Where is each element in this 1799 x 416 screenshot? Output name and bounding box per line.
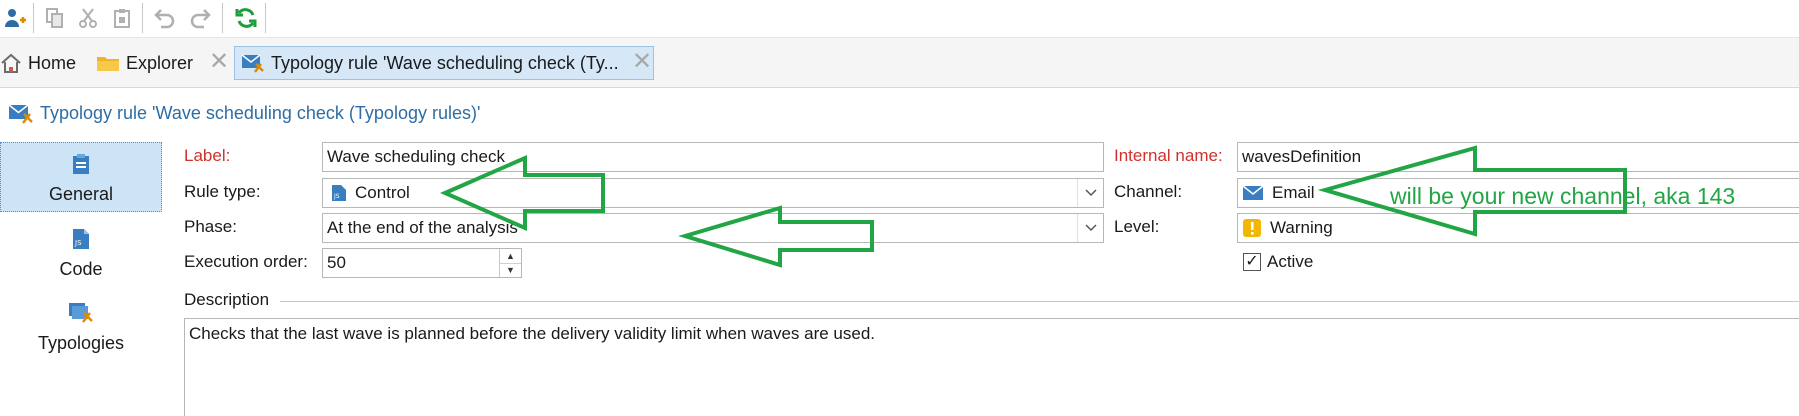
spin-buttons[interactable]: ▲ ▼ — [499, 249, 521, 277]
active-checkbox[interactable]: ✓ — [1243, 253, 1261, 271]
typology-rule-icon — [241, 52, 265, 74]
level-select[interactable]: Warning — [1237, 213, 1799, 243]
rule-type-label: Rule type: — [184, 182, 261, 201]
execution-order-label: Execution order: — [184, 252, 308, 271]
internal-name-input[interactable]: wavesDefinition — [1237, 142, 1799, 172]
cut-icon[interactable] — [73, 3, 103, 33]
tab-home[interactable]: Home — [0, 46, 76, 80]
phase-label: Phase: — [184, 217, 237, 236]
tab-label: Explorer — [126, 52, 194, 73]
close-tab-explorer-icon[interactable]: ✕ — [209, 48, 229, 76]
js-file-icon: JS — [331, 184, 347, 202]
typology-rule-icon — [8, 101, 34, 125]
nav-item-general[interactable]: General — [0, 142, 162, 212]
clipboard-icon — [71, 153, 91, 180]
warning-icon — [1242, 218, 1262, 238]
execution-order-value: 50 — [327, 253, 346, 272]
js-file-icon: JS — [71, 228, 91, 255]
page-title-text: Typology rule 'Wave scheduling check (Ty… — [40, 102, 481, 123]
channel-value: Email — [1272, 183, 1315, 202]
left-nav: General JS Code Typologies — [0, 140, 162, 416]
divider — [280, 301, 1799, 302]
internal-name-value: wavesDefinition — [1242, 147, 1362, 166]
nav-item-label: Typologies — [37, 333, 125, 353]
toolbar-separator — [142, 3, 143, 33]
tab-typology-rule[interactable]: Typology rule 'Wave scheduling check (Ty… — [234, 46, 654, 80]
toolbar — [0, 0, 1799, 38]
refresh-icon[interactable] — [231, 3, 261, 33]
copy-icon[interactable] — [40, 3, 70, 33]
spin-down-icon[interactable]: ▼ — [500, 264, 521, 278]
annotation-text: will be your new channel, aka 143 — [1390, 183, 1736, 209]
description-legend: Description — [184, 290, 274, 310]
rule-type-value: Control — [355, 183, 410, 202]
label-input[interactable]: Wave scheduling check — [322, 142, 1104, 172]
svg-text:JS: JS — [74, 239, 82, 247]
description-value: Checks that the last wave is planned bef… — [189, 324, 876, 343]
tab-bar: Home Explorer ✕ Typology rule 'Wave sche… — [0, 38, 1799, 88]
new-user-icon[interactable] — [0, 3, 30, 33]
home-icon — [0, 52, 22, 74]
description-textarea[interactable]: Checks that the last wave is planned bef… — [184, 318, 1799, 416]
folder-icon — [96, 52, 120, 74]
email-icon — [1242, 185, 1264, 201]
undo-icon[interactable] — [150, 3, 180, 33]
nav-item-typologies[interactable]: Typologies — [0, 294, 162, 364]
spin-up-icon[interactable]: ▲ — [500, 249, 521, 264]
nav-item-label: General — [48, 184, 114, 204]
rule-type-select[interactable]: JS Control — [322, 178, 1104, 208]
redo-icon[interactable] — [185, 3, 215, 33]
chevron-down-icon[interactable] — [1077, 179, 1103, 207]
toolbar-separator — [33, 3, 34, 33]
typologies-icon — [68, 300, 94, 329]
label-input-value: Wave scheduling check — [327, 147, 505, 166]
active-label: Active — [1267, 252, 1314, 271]
phase-select[interactable]: At the end of the analysis — [322, 213, 1104, 243]
page-title: Typology rule 'Wave scheduling check (Ty… — [0, 98, 480, 128]
chevron-down-icon[interactable] — [1077, 214, 1103, 242]
tab-explorer[interactable]: Explorer — [96, 46, 193, 80]
internal-name-label: Internal name: — [1114, 146, 1223, 165]
tab-label: Home — [28, 52, 77, 73]
close-tab-typology-rule-icon[interactable]: ✕ — [632, 48, 652, 76]
toolbar-separator — [265, 3, 266, 33]
channel-label: Channel: — [1114, 182, 1183, 201]
level-label: Level: — [1114, 217, 1160, 236]
phase-value: At the end of the analysis — [327, 218, 518, 237]
toolbar-separator — [222, 3, 223, 33]
nav-item-code[interactable]: JS Code — [0, 222, 162, 288]
level-value: Warning — [1270, 218, 1333, 237]
tab-label: Typology rule 'Wave scheduling check (Ty… — [271, 52, 619, 73]
nav-item-label: Code — [59, 259, 103, 279]
svg-text:JS: JS — [333, 193, 340, 200]
execution-order-stepper[interactable]: 50 ▲ ▼ — [322, 248, 522, 278]
label-field-label: Label: — [184, 146, 231, 165]
paste-icon[interactable] — [107, 3, 137, 33]
